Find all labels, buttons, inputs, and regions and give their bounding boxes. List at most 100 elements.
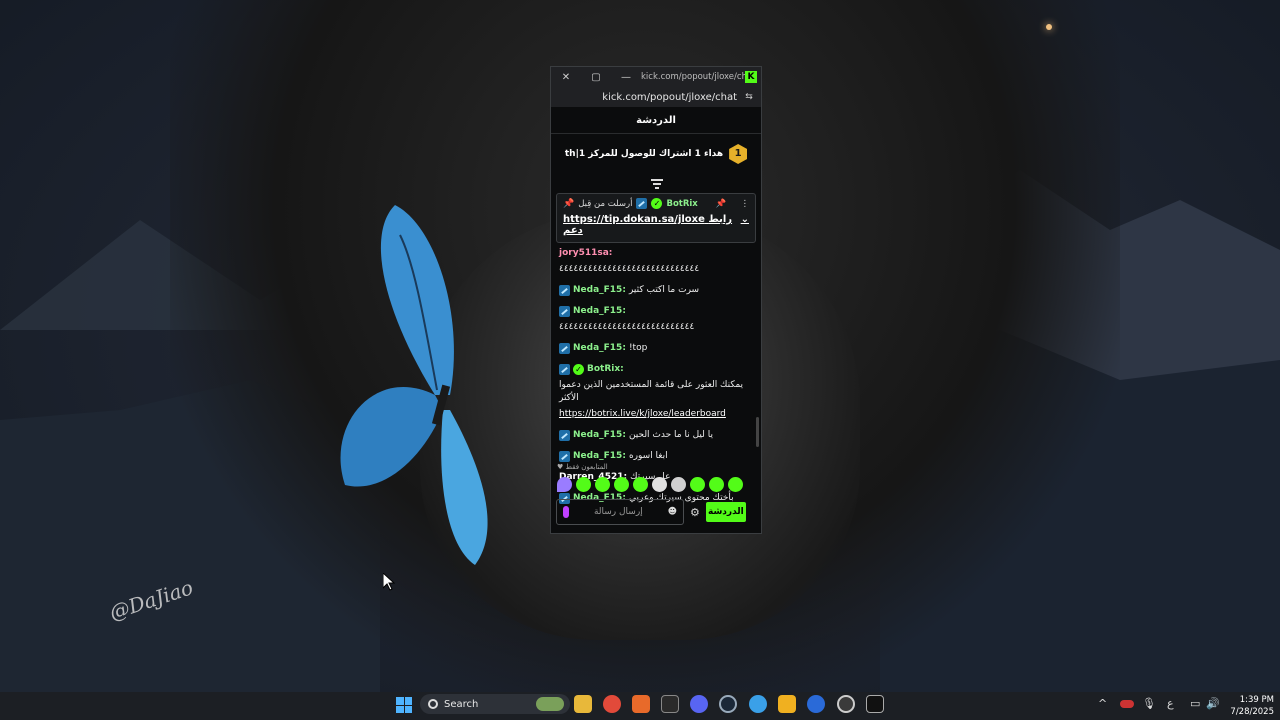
pin-icon: 📌 [563, 198, 575, 209]
address-bar[interactable]: kick.com/popout/jloxe/chat ⇆ [551, 87, 761, 107]
app-icon[interactable] [807, 695, 825, 713]
microphone-tray-icon[interactable]: 🎙 [1142, 697, 1156, 710]
microphone-icon[interactable] [563, 506, 569, 518]
chat-message-text: ٤٤٤٤٤٤٤٤٤٤٤٤٤٤٤٤٤٤٤٤٤٤٤٤٤٤٤٤٤ [559, 264, 700, 274]
send-chat-button[interactable]: الدردشة [705, 502, 746, 522]
chat-username[interactable]: BotRix: [587, 363, 624, 376]
moderator-badge-icon [559, 306, 570, 317]
emote-icon[interactable] [633, 477, 648, 492]
minimize-button[interactable]: — [611, 72, 641, 83]
search-highlight-image [536, 697, 564, 711]
emote-icon[interactable] [709, 477, 724, 492]
start-button[interactable] [396, 697, 412, 713]
pinned-message[interactable]: 📌 أرسلت من قِبل ✓ BotRix 📌 ⋮ https://tip… [556, 193, 756, 243]
chat-username[interactable]: jory511sa: [559, 247, 612, 260]
pinned-sender-label: أرسلت من قِبل [578, 198, 633, 209]
clock-time: 1:39 PM [1239, 695, 1274, 705]
chat-message: Neda_F15: ٤٤٤٤٤٤٤٤٤٤٤٤٤٤٤٤٤٤٤٤٤٤٤٤٤٤٤٤ [559, 305, 755, 334]
emote-icon[interactable] [728, 477, 743, 492]
goal-rank-badge: 1 [729, 144, 748, 164]
mouse-cursor-icon [383, 573, 395, 591]
emote-icon[interactable] [557, 477, 572, 492]
language-indicator[interactable]: ع [1167, 697, 1174, 710]
chat-message: Neda_F15: !top [559, 342, 755, 355]
app-icon[interactable] [632, 695, 650, 713]
light-dot [1046, 24, 1052, 30]
discord-icon[interactable] [690, 695, 708, 713]
volume-icon[interactable]: 🔊 [1206, 697, 1220, 710]
pinned-user[interactable]: BotRix [666, 199, 697, 209]
chat-scrollbar[interactable] [756, 417, 759, 447]
goal-text: th|هداء 1 اشتراك للوصول للمركز 1 [564, 149, 724, 159]
site-settings-icon[interactable]: ⇆ [743, 92, 755, 102]
moderator-badge-icon [559, 285, 570, 296]
verified-badge-icon: ✓ [573, 364, 584, 375]
tray-expand-icon[interactable]: ^ [1098, 697, 1107, 710]
app-icon[interactable] [778, 695, 796, 713]
emote-icon[interactable] [595, 477, 610, 492]
chrome-icon[interactable] [603, 695, 621, 713]
chat-message: Neda_F15: يا ليل نا ما حدث الحين [559, 429, 755, 442]
input-placeholder: إرسال رسالة [593, 507, 643, 517]
moderator-badge-icon [559, 430, 570, 441]
more-options-icon[interactable]: ⋮ [741, 199, 750, 209]
chat-message-text: سرت ما اكتب كثير [628, 285, 700, 295]
pinned-link[interactable]: https://tip.dokan.sa/jloxe [563, 214, 705, 225]
clock-date: 7/28/2025 [1230, 707, 1274, 717]
verified-badge-icon: ✓ [651, 198, 663, 209]
chat-message: Neda_F15: سرت ما اكتب كثير [559, 284, 755, 297]
taskbar-clock[interactable]: 1:39 PM 7/28/2025 [1222, 692, 1274, 718]
emote-icon[interactable] [576, 477, 591, 492]
window-titlebar[interactable]: ✕ ▢ — kick.com/popout/jloxe/chat K [551, 67, 761, 87]
followers-only-label: ♥ المتابعون فقط [557, 463, 608, 471]
moderator-badge-icon [559, 451, 570, 462]
emote-bar [557, 477, 757, 492]
app-icon[interactable] [837, 695, 855, 713]
chat-message-link[interactable]: https://botrix.live/k/jloxe/leaderboard [559, 408, 755, 421]
chat-username[interactable]: Neda_F15: [573, 284, 626, 297]
chat-input-row: إرسال رسالة ☻ ⚙ الدردشة [556, 498, 758, 526]
chat-message: Neda_F15: ابغا اسوره [559, 450, 755, 463]
emote-icon[interactable] [671, 477, 686, 492]
expand-pinned-icon[interactable]: ⌄ [741, 214, 749, 236]
chat-message: jory511sa: ٤٤٤٤٤٤٤٤٤٤٤٤٤٤٤٤٤٤٤٤٤٤٤٤٤٤٤٤٤ [559, 247, 755, 276]
chat-message-text: يا ليل نا ما حدث الحين [628, 430, 713, 440]
tray-app-icon[interactable] [1120, 700, 1134, 708]
chat-username[interactable]: Neda_F15: [573, 429, 626, 442]
app-icon[interactable] [749, 695, 767, 713]
taskbar-search[interactable]: Search [420, 694, 570, 714]
emote-icon[interactable] [614, 477, 629, 492]
file-explorer-icon[interactable] [574, 695, 592, 713]
chat-messages: jory511sa: ٤٤٤٤٤٤٤٤٤٤٤٤٤٤٤٤٤٤٤٤٤٤٤٤٤٤٤٤٤ N… [559, 247, 755, 513]
search-label: Search [444, 698, 479, 710]
emote-icon[interactable] [652, 477, 667, 492]
network-icon[interactable]: ▭ [1190, 697, 1200, 710]
chat-message-text: ٤٤٤٤٤٤٤٤٤٤٤٤٤٤٤٤٤٤٤٤٤٤٤٤٤٤٤٤ [559, 322, 695, 332]
epic-games-icon[interactable] [866, 695, 884, 713]
maximize-button[interactable]: ▢ [581, 72, 611, 83]
chat-popout-window: ✕ ▢ — kick.com/popout/jloxe/chat K kick.… [550, 66, 762, 534]
emoji-picker-icon[interactable]: ☻ [668, 507, 677, 517]
url-text[interactable]: kick.com/popout/jloxe/chat [602, 92, 737, 103]
butterfly-image [340, 205, 488, 565]
steam-icon[interactable] [719, 695, 737, 713]
close-button[interactable]: ✕ [551, 72, 581, 83]
moderator-badge-icon [559, 364, 570, 375]
app-icon[interactable] [661, 695, 679, 713]
chat-message-text: ابغا اسوره [628, 451, 668, 461]
chat-message: ✓ BotRix: يمكنك العثور على قائمة المستخدمي… [559, 363, 755, 421]
chat-message-text: يمكنك العثور على قائمة المستخدمين الذين … [559, 380, 744, 403]
kick-logo-icon: K [745, 71, 757, 83]
chat-username[interactable]: Neda_F15: [573, 450, 626, 463]
chat-username[interactable]: Neda_F15: [573, 305, 626, 318]
emote-icon[interactable] [690, 477, 705, 492]
chat-message-text: !top [628, 343, 648, 353]
search-icon [428, 699, 438, 709]
unpin-icon[interactable]: 📌 [716, 199, 727, 209]
chat-username[interactable]: Neda_F15: [573, 342, 626, 355]
chat-settings-icon[interactable]: ⚙ [690, 506, 700, 519]
chat-title: الدردشة [551, 107, 761, 134]
window-title: kick.com/popout/jloxe/chat [641, 72, 745, 82]
chat-message-input[interactable]: إرسال رسالة ☻ [556, 499, 684, 525]
scroll-to-bottom-icon[interactable] [651, 179, 663, 189]
